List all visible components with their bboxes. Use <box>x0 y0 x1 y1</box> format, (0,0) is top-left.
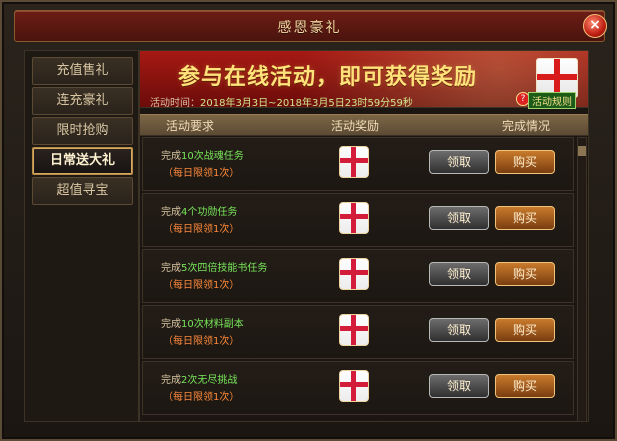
claim-button[interactable]: 领取 <box>429 150 489 174</box>
task-limit: （每日限领1次） <box>163 280 240 291</box>
task-name: 10次战魂任务 <box>181 151 244 162</box>
task-text: 完成10次材料副本 <box>161 315 244 330</box>
task-limit: （每日限领1次） <box>163 336 240 347</box>
nav-item-recharge-gift[interactable]: 充值售礼 <box>32 57 133 85</box>
task-text: 完成10次战魂任务 <box>161 147 244 162</box>
task-prefix: 完成 <box>161 151 181 162</box>
table-row: 完成2次无尽挑战 （每日限领1次） 领取 购买 <box>142 361 574 415</box>
event-window: 感恩豪礼 × 充值售礼 连充豪礼 限时抢购 日常送大礼 超值寻宝 参与在线活动，… <box>0 0 617 441</box>
nav-item-treasure[interactable]: 超值寻宝 <box>32 177 133 205</box>
task-limit: （每日限领1次） <box>163 168 240 179</box>
task-text: 完成5次四倍技能书任务 <box>161 259 267 274</box>
gift-box-icon[interactable] <box>339 202 369 234</box>
window-titlebar: 感恩豪礼 <box>14 10 605 42</box>
event-time-value: 2018年3月3日~2018年3月5日23时59分59秒 <box>200 98 413 109</box>
task-name: 4个功勋任务 <box>181 207 238 218</box>
event-rules-link[interactable]: 活动规则 <box>528 92 576 109</box>
close-icon: × <box>589 17 601 33</box>
gift-box-icon[interactable] <box>339 370 369 402</box>
header-reward: 活动奖励 <box>331 119 380 133</box>
task-limit: （每日限领1次） <box>163 392 240 403</box>
task-limit: （每日限领1次） <box>163 224 240 235</box>
event-banner: 参与在线活动，即可获得奖励 活动时间：2018年3月3日~2018年3月5日23… <box>140 51 588 109</box>
claim-button[interactable]: 领取 <box>429 262 489 286</box>
window-title: 感恩豪礼 <box>277 20 342 36</box>
gift-box-icon[interactable] <box>339 314 369 346</box>
table-header: 活动要求 活动奖励 完成情况 <box>140 114 588 136</box>
scrollbar[interactable] <box>577 137 587 422</box>
claim-button[interactable]: 领取 <box>429 318 489 342</box>
left-navigation: 充值售礼 连充豪礼 限时抢购 日常送大礼 超值寻宝 <box>24 50 139 422</box>
table-row: 完成10次战魂任务 （每日限领1次） 领取 购买 <box>142 137 574 191</box>
table-row: 完成4个功勋任务 （每日限领1次） 领取 购买 <box>142 193 574 247</box>
task-text: 完成4个功勋任务 <box>161 203 237 218</box>
buy-button[interactable]: 购买 <box>495 374 555 398</box>
event-time-label: 活动时间： <box>150 98 200 109</box>
nav-item-limited-sale[interactable]: 限时抢购 <box>32 117 133 145</box>
banner-title: 参与在线活动，即可获得奖励 <box>178 64 478 90</box>
buy-button[interactable]: 购买 <box>495 318 555 342</box>
task-prefix: 完成 <box>161 319 181 330</box>
buy-button[interactable]: 购买 <box>495 262 555 286</box>
task-name: 10次材料副本 <box>181 319 244 330</box>
nav-item-consecutive-recharge[interactable]: 连充豪礼 <box>32 87 133 115</box>
claim-button[interactable]: 领取 <box>429 206 489 230</box>
task-text: 完成2次无尽挑战 <box>161 371 237 386</box>
scroll-thumb[interactable] <box>578 146 586 156</box>
task-name: 2次无尽挑战 <box>181 375 238 386</box>
buy-button[interactable]: 购买 <box>495 150 555 174</box>
task-list: 完成10次战魂任务 （每日限领1次） 领取 购买 完成4个功勋任务 （每日限领1… <box>140 137 575 421</box>
buy-button[interactable]: 购买 <box>495 206 555 230</box>
content-panel: 参与在线活动，即可获得奖励 活动时间：2018年3月3日~2018年3月5日23… <box>139 50 589 422</box>
task-prefix: 完成 <box>161 263 181 274</box>
claim-button[interactable]: 领取 <box>429 374 489 398</box>
nav-item-daily-gift[interactable]: 日常送大礼 <box>32 147 133 175</box>
table-row: 完成5次四倍技能书任务 （每日限领1次） 领取 购买 <box>142 249 574 303</box>
task-prefix: 完成 <box>161 375 181 386</box>
event-time: 活动时间：2018年3月3日~2018年3月5日23时59分59秒 <box>150 94 413 109</box>
task-name: 5次四倍技能书任务 <box>181 263 268 274</box>
header-requirement: 活动要求 <box>166 119 215 133</box>
close-button[interactable]: × <box>583 14 607 38</box>
gift-box-icon[interactable] <box>339 146 369 178</box>
gift-box-icon[interactable] <box>339 258 369 290</box>
header-status: 完成情况 <box>502 119 551 133</box>
task-prefix: 完成 <box>161 207 181 218</box>
table-row: 完成10次材料副本 （每日限领1次） 领取 购买 <box>142 305 574 359</box>
